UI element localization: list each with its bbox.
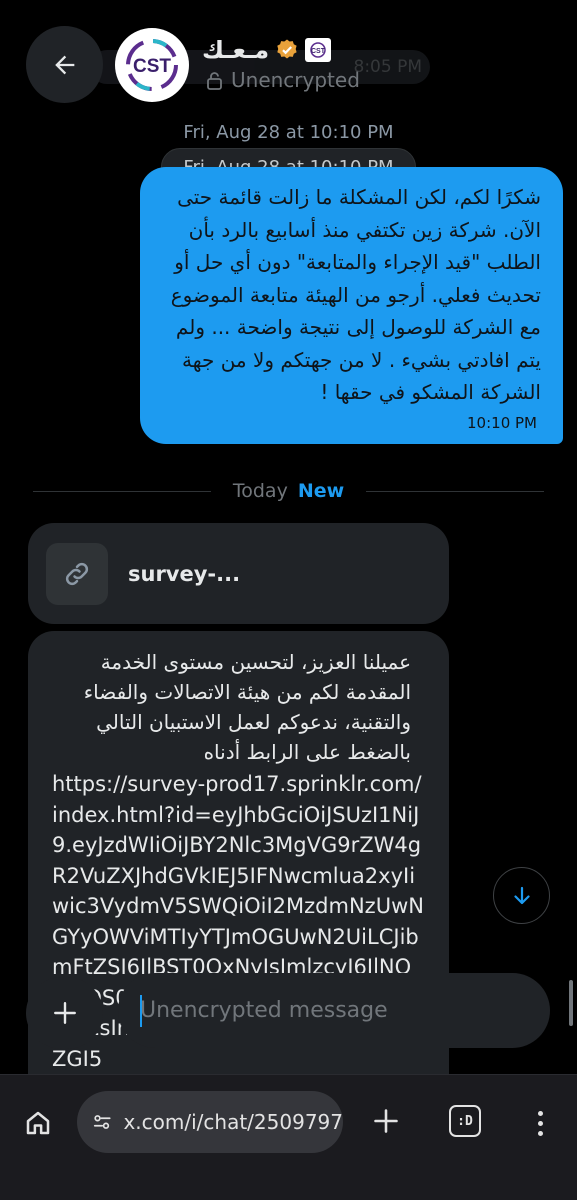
cst-logo: CST	[126, 39, 178, 91]
avatar-logo-text: CST	[133, 56, 171, 77]
contact-avatar[interactable]: CST	[115, 28, 189, 102]
contact-name: مـعـك	[202, 36, 270, 64]
verified-badge-icon	[277, 39, 297, 59]
url-text: x.com/i/chat/2509797	[123, 1110, 343, 1134]
mini-logo-text: CST	[311, 48, 326, 55]
message-input[interactable]	[118, 973, 550, 1048]
ghost-time: 8:05 PM	[353, 57, 423, 77]
attach-button[interactable]	[26, 977, 103, 1049]
home-icon	[26, 1111, 50, 1135]
divider-line	[366, 490, 545, 492]
lock-icon	[207, 71, 222, 90]
back-button[interactable]	[26, 26, 103, 103]
new-messages-divider: Today New	[33, 476, 545, 506]
new-tab-button[interactable]	[366, 1101, 406, 1141]
divider-new-label: New	[297, 480, 345, 502]
link-title: survey-...	[128, 561, 241, 586]
tune-icon[interactable]	[91, 1109, 113, 1135]
scroll-to-bottom-button[interactable]	[493, 867, 550, 924]
link-icon-box	[46, 542, 108, 605]
scrollbar-thumb[interactable]	[569, 980, 573, 1026]
affiliate-badge: CST	[305, 38, 332, 62]
message-time: 10:10 PM	[467, 414, 537, 432]
contact-name-row[interactable]: مـعـك CST	[202, 36, 332, 64]
home-button[interactable]	[18, 1103, 58, 1143]
plus-icon	[53, 1002, 76, 1024]
divider-line	[33, 490, 211, 492]
outgoing-message-text: شكرًا لكم، لكن المشكلة ما زالت قائمة حتى…	[164, 185, 541, 404]
encryption-label: Unencrypted	[231, 68, 360, 92]
tab-switcher-icon[interactable]: :D	[449, 1105, 481, 1137]
text-cursor	[140, 995, 142, 1027]
outgoing-message-bubble[interactable]: شكرًا لكم، لكن المشكلة ما زالت قائمة حتى…	[140, 167, 563, 444]
encryption-status: Unencrypted	[206, 68, 360, 92]
date-label: Fri, Aug 28 at 10:10 PM	[183, 122, 394, 143]
back-arrow-icon	[54, 55, 74, 74]
plus-icon	[374, 1109, 398, 1133]
address-bar[interactable]: x.com/i/chat/2509797	[77, 1091, 343, 1153]
arrow-down-icon	[513, 886, 530, 904]
link-preview-card[interactable]: survey-...	[28, 523, 449, 624]
more-vertical-icon[interactable]	[528, 1103, 552, 1143]
incoming-message-text: عميلنا العزيز، لتحسين مستوى الخدمة المقد…	[83, 650, 411, 764]
cst-mini-logo-icon: CST	[310, 42, 326, 58]
link-icon	[65, 562, 89, 585]
browser-toolbar: x.com/i/chat/2509797 :D	[0, 1074, 577, 1200]
divider-today-label: Today	[232, 480, 288, 502]
